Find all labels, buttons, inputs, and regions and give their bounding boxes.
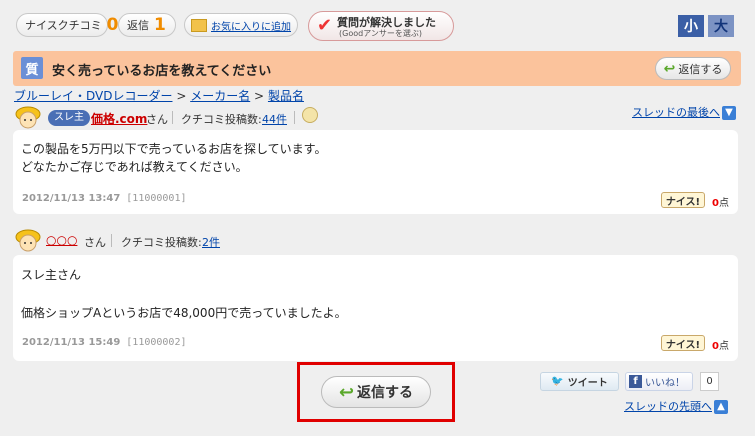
reply-counter-label: 返信 [127,19,149,32]
post-1-line-2: どなたかご存じであれば教えてください。 [21,160,248,174]
post-2-count-label: クチコミ投稿数: [121,236,202,249]
breadcrumb: ブルーレイ・DVDレコーダー > メーカー名 > 製品名 [14,87,304,104]
post-2-line-2 [21,285,347,304]
thread-owner-badge: スレ主 [48,110,90,126]
post-1-points-unit: 点 [718,198,729,209]
reply-arrow-icon: ↩ [338,381,355,403]
reply-button-small[interactable]: ↩ 返信する [655,57,731,80]
twitter-bird-icon: 🐦 [551,376,564,387]
post-2-line-1: スレ主さん [21,268,82,282]
divider [172,111,173,124]
post-2-line-3: 価格ショップAというお店で48,000円で売っていましたよ。 [21,306,347,320]
folder-icon [191,18,207,32]
breadcrumb-sep-1: > [176,89,187,103]
post-2-points-value: 0 [712,341,719,352]
post-1-points-value: 0 [712,198,719,209]
post-1-card: この製品を5万円以下で売っているお店を探しています。 どなたかご存じであれば教え… [13,130,738,214]
nice-counter-label: ナイスクチコミ [25,19,102,32]
post-2-points: 0点 [712,337,729,352]
post-1-points: 0点 [712,194,729,209]
medal-icon [302,107,318,123]
thread-top-link[interactable]: スレッドの先頭へ [624,400,712,413]
post-2-nice-button[interactable]: ナイス! [661,335,705,351]
like-button[interactable]: f いいね！ [625,372,693,391]
breadcrumb-category[interactable]: ブルーレイ・DVDレコーダー [14,89,172,103]
post-2-card: スレ主さん 価格ショップAというお店で48,000円で売っていましたよ。 201… [13,255,738,361]
tweet-label: ツイート [567,378,608,389]
post-2-san: さん [84,236,106,249]
post-2-body: スレ主さん 価格ショップAというお店で48,000円で売っていましたよ。 [21,266,347,323]
post-2-count-link[interactable]: 2件 [202,234,220,250]
like-label: いいね！ [645,378,685,389]
facebook-icon: f [629,375,642,388]
post-1-san: さん [146,113,168,126]
favorite-link[interactable]: お気に入りに追加 [211,18,291,33]
arrow-up-icon: ▲ [714,399,728,414]
font-large-button[interactable]: 大 [708,15,734,37]
resolved-subtitle: (Goodアンサーを選ぶ) [339,29,422,38]
post-1-id: [11000001] [126,193,187,204]
reply-button-small-label: 返信する [678,62,723,76]
thread-top-link-wrap[interactable]: スレッドの先頭へ ▲ [624,398,728,414]
post-1-date: 2012/11/13 13:47 [22,193,121,204]
font-small-button[interactable]: 小 [678,15,704,37]
divider [111,234,112,247]
post-1-meta: 2012/11/13 13:47 [11000001] [22,193,187,204]
post-2-date: 2012/11/13 15:49 [22,337,121,348]
breadcrumb-product[interactable]: 製品名 [268,89,304,103]
breadcrumb-sep-2: > [254,89,265,103]
post-2-points-unit: 点 [718,341,729,352]
post-2-meta: 2012/11/13 15:49 [11000002] [22,337,187,348]
reply-button-large-label: 返信する [357,385,414,401]
post-2-username[interactable]: ○○○ [46,233,77,247]
question-icon: 質 [21,57,43,79]
post-2-id: [11000002] [126,337,187,348]
breadcrumb-maker[interactable]: メーカー名 [190,89,250,103]
nice-counter: ナイスクチコミ 0 [16,13,119,37]
avatar-icon [14,228,42,254]
arrow-down-icon: ▼ [722,105,736,120]
post-1-divider-2 [294,111,295,124]
favorite-button[interactable]: お気に入りに追加 [184,13,298,37]
nice-counter-value: 0 [106,15,119,35]
thread-end-link-wrap[interactable]: スレッドの最後へ ▼ [632,104,736,120]
question-bar: 質 安く売っているお店を教えてください ↩ 返信する [13,51,741,86]
like-count: 0 [700,372,719,391]
post-1-count-label: クチコミ投稿数: [181,113,262,126]
checkmark-icon: ✔ [317,15,333,36]
post-1-body: この製品を5万円以下で売っているお店を探しています。 どなたかご存じであれば教え… [21,140,326,176]
reply-counter: 返信 1 [118,13,176,37]
post-1-username[interactable]: 価格.com [91,110,147,127]
question-title: 安く売っているお店を教えてください [52,64,272,79]
thread-end-link[interactable]: スレッドの最後へ [632,106,720,119]
post-1-line-1: この製品を5万円以下で売っているお店を探しています。 [21,142,327,156]
tweet-button[interactable]: 🐦 ツイート [540,372,619,391]
reply-arrow-icon: ↩ [663,60,676,77]
resolved-button[interactable]: ✔ 質問が解決しました (Goodアンサーを選ぶ) [308,11,454,41]
avatar-icon [14,105,42,131]
reply-counter-value: 1 [154,15,166,35]
post-1-count-link[interactable]: 44件 [262,111,287,127]
post-1-nice-button[interactable]: ナイス! [661,192,705,208]
reply-button-large[interactable]: ↩ 返信する [321,376,431,408]
